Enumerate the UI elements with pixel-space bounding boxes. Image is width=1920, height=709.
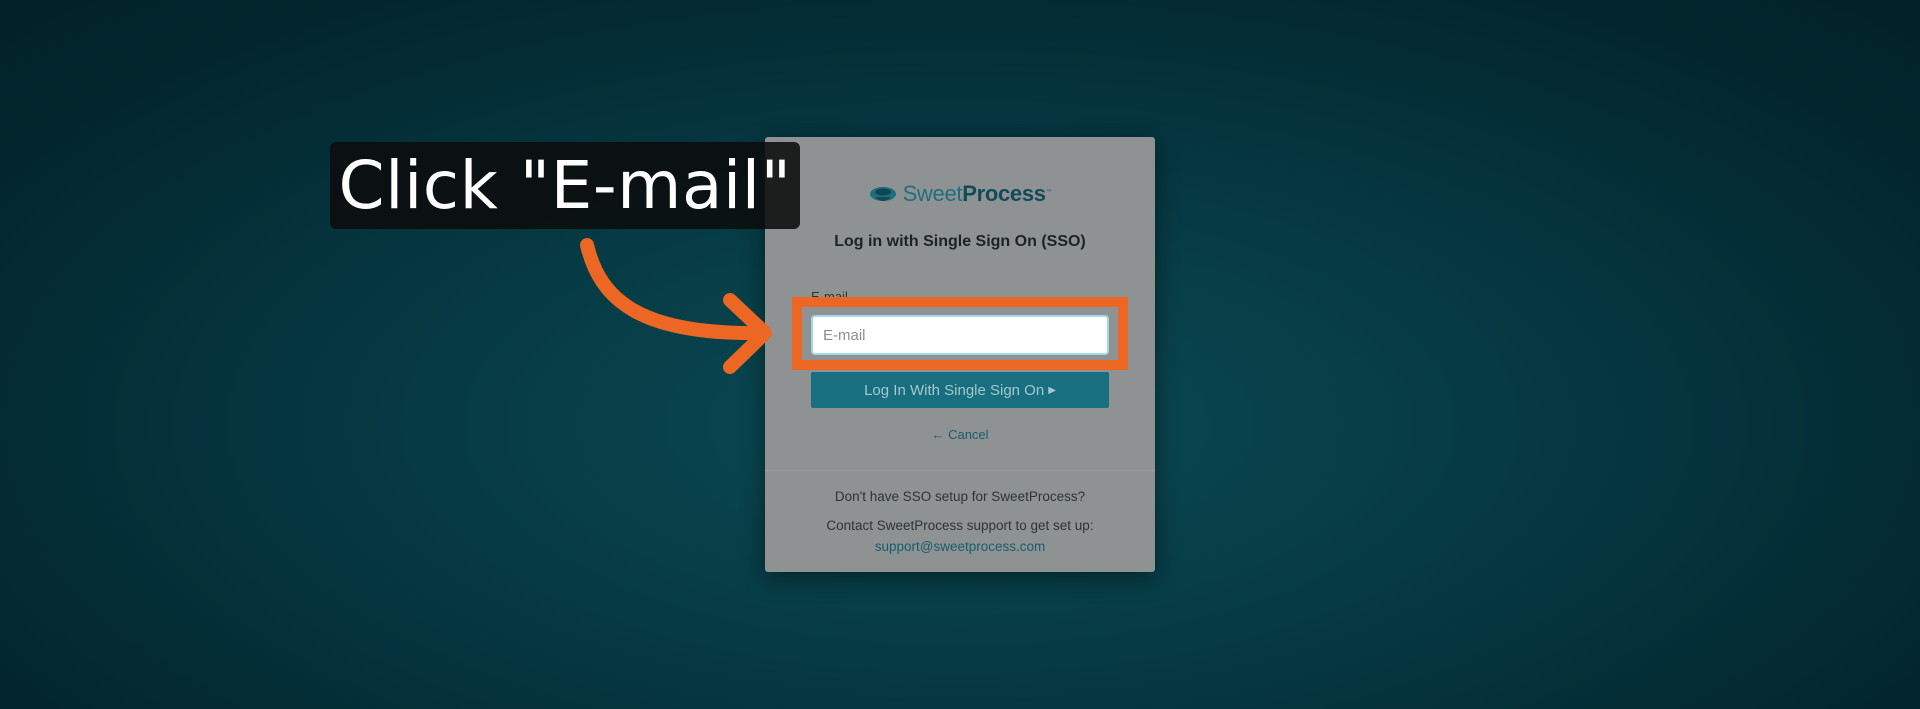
support-email-link[interactable]: support@sweetprocess.com bbox=[765, 539, 1155, 554]
logo-trademark: ™ bbox=[1045, 189, 1052, 195]
teacup-logo-icon bbox=[869, 187, 896, 201]
callout-text: Click "E-mail" bbox=[338, 147, 792, 224]
instruction-callout: Click "E-mail" bbox=[330, 142, 800, 229]
divider bbox=[765, 470, 1155, 471]
logo-sweet: Sweet bbox=[902, 181, 963, 206]
logo-process: Process bbox=[962, 181, 1046, 206]
cancel-label: Cancel bbox=[948, 427, 989, 442]
cancel-link-row: ← Cancel bbox=[765, 427, 1155, 442]
cancel-link[interactable]: ← Cancel bbox=[931, 427, 988, 442]
footer-contact: Contact SweetProcess support to get set … bbox=[826, 518, 1094, 533]
arrow-left-icon: ← bbox=[931, 427, 945, 442]
sso-login-button-label: Log In With Single Sign On bbox=[864, 381, 1045, 399]
caret-right-icon: ▶ bbox=[1048, 384, 1056, 396]
footer-question: Don't have SSO setup for SweetProcess? bbox=[834, 489, 1086, 504]
page-title: Log in with Single Sign On (SSO) bbox=[834, 233, 1086, 250]
logo-wordmark: SweetProcess™ bbox=[903, 181, 1052, 207]
sso-login-button[interactable]: Log In With Single Sign On ▶ bbox=[811, 372, 1109, 408]
email-highlight-box bbox=[792, 297, 1128, 370]
sweetprocess-logo: SweetProcess™ bbox=[765, 181, 1155, 207]
